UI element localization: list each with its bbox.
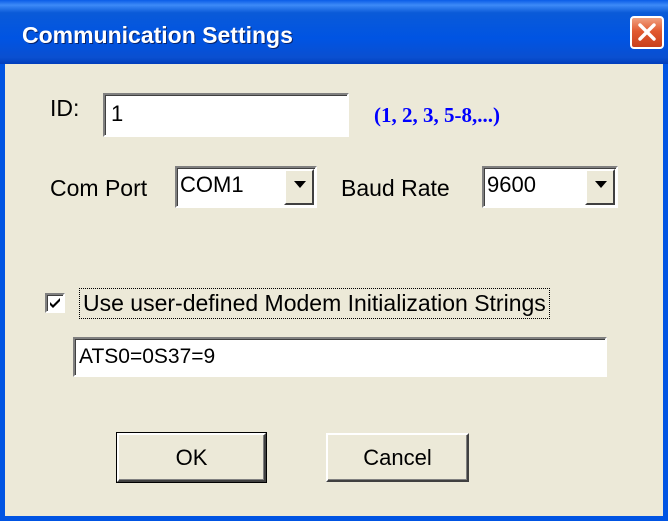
check-icon bbox=[50, 298, 60, 308]
id-input[interactable]: 1 bbox=[103, 93, 349, 137]
id-format-hint: (1, 2, 3, 5-8,...) bbox=[374, 103, 500, 127]
com-port-select[interactable]: COM1 bbox=[175, 166, 317, 208]
baud-rate-value: 9600 bbox=[487, 172, 536, 197]
ok-button-label: OK bbox=[175, 445, 208, 470]
com-port-dropdown-button[interactable] bbox=[284, 169, 314, 205]
com-port-value: COM1 bbox=[180, 172, 244, 197]
modem-init-checkbox[interactable] bbox=[45, 293, 65, 313]
window-title: Communication Settings bbox=[22, 22, 293, 48]
chevron-down-icon bbox=[595, 181, 607, 188]
communication-settings-dialog: Communication Settings ID: 1 (1, 2, 3, 5… bbox=[0, 0, 668, 521]
ok-button[interactable]: OK bbox=[116, 432, 267, 483]
close-button[interactable] bbox=[630, 16, 664, 49]
dialog-body: ID: 1 (1, 2, 3, 5-8,...) Com Port COM1 B… bbox=[5, 64, 663, 516]
title-bar[interactable]: Communication Settings bbox=[0, 0, 668, 64]
chevron-down-icon bbox=[294, 181, 306, 188]
modem-init-checkbox-label[interactable]: Use user-defined Modem Initialization St… bbox=[79, 288, 550, 319]
baud-rate-dropdown-button[interactable] bbox=[585, 169, 615, 205]
close-icon bbox=[638, 23, 656, 41]
baud-rate-label: Baud Rate bbox=[341, 175, 450, 201]
modem-init-string-input[interactable]: ATS0=0S37=9 bbox=[73, 337, 607, 377]
cancel-button-label: Cancel bbox=[363, 445, 432, 470]
com-port-label: Com Port bbox=[50, 175, 148, 201]
baud-rate-select[interactable]: 9600 bbox=[482, 166, 618, 208]
cancel-button[interactable]: Cancel bbox=[326, 433, 469, 482]
id-label: ID: bbox=[50, 95, 80, 121]
